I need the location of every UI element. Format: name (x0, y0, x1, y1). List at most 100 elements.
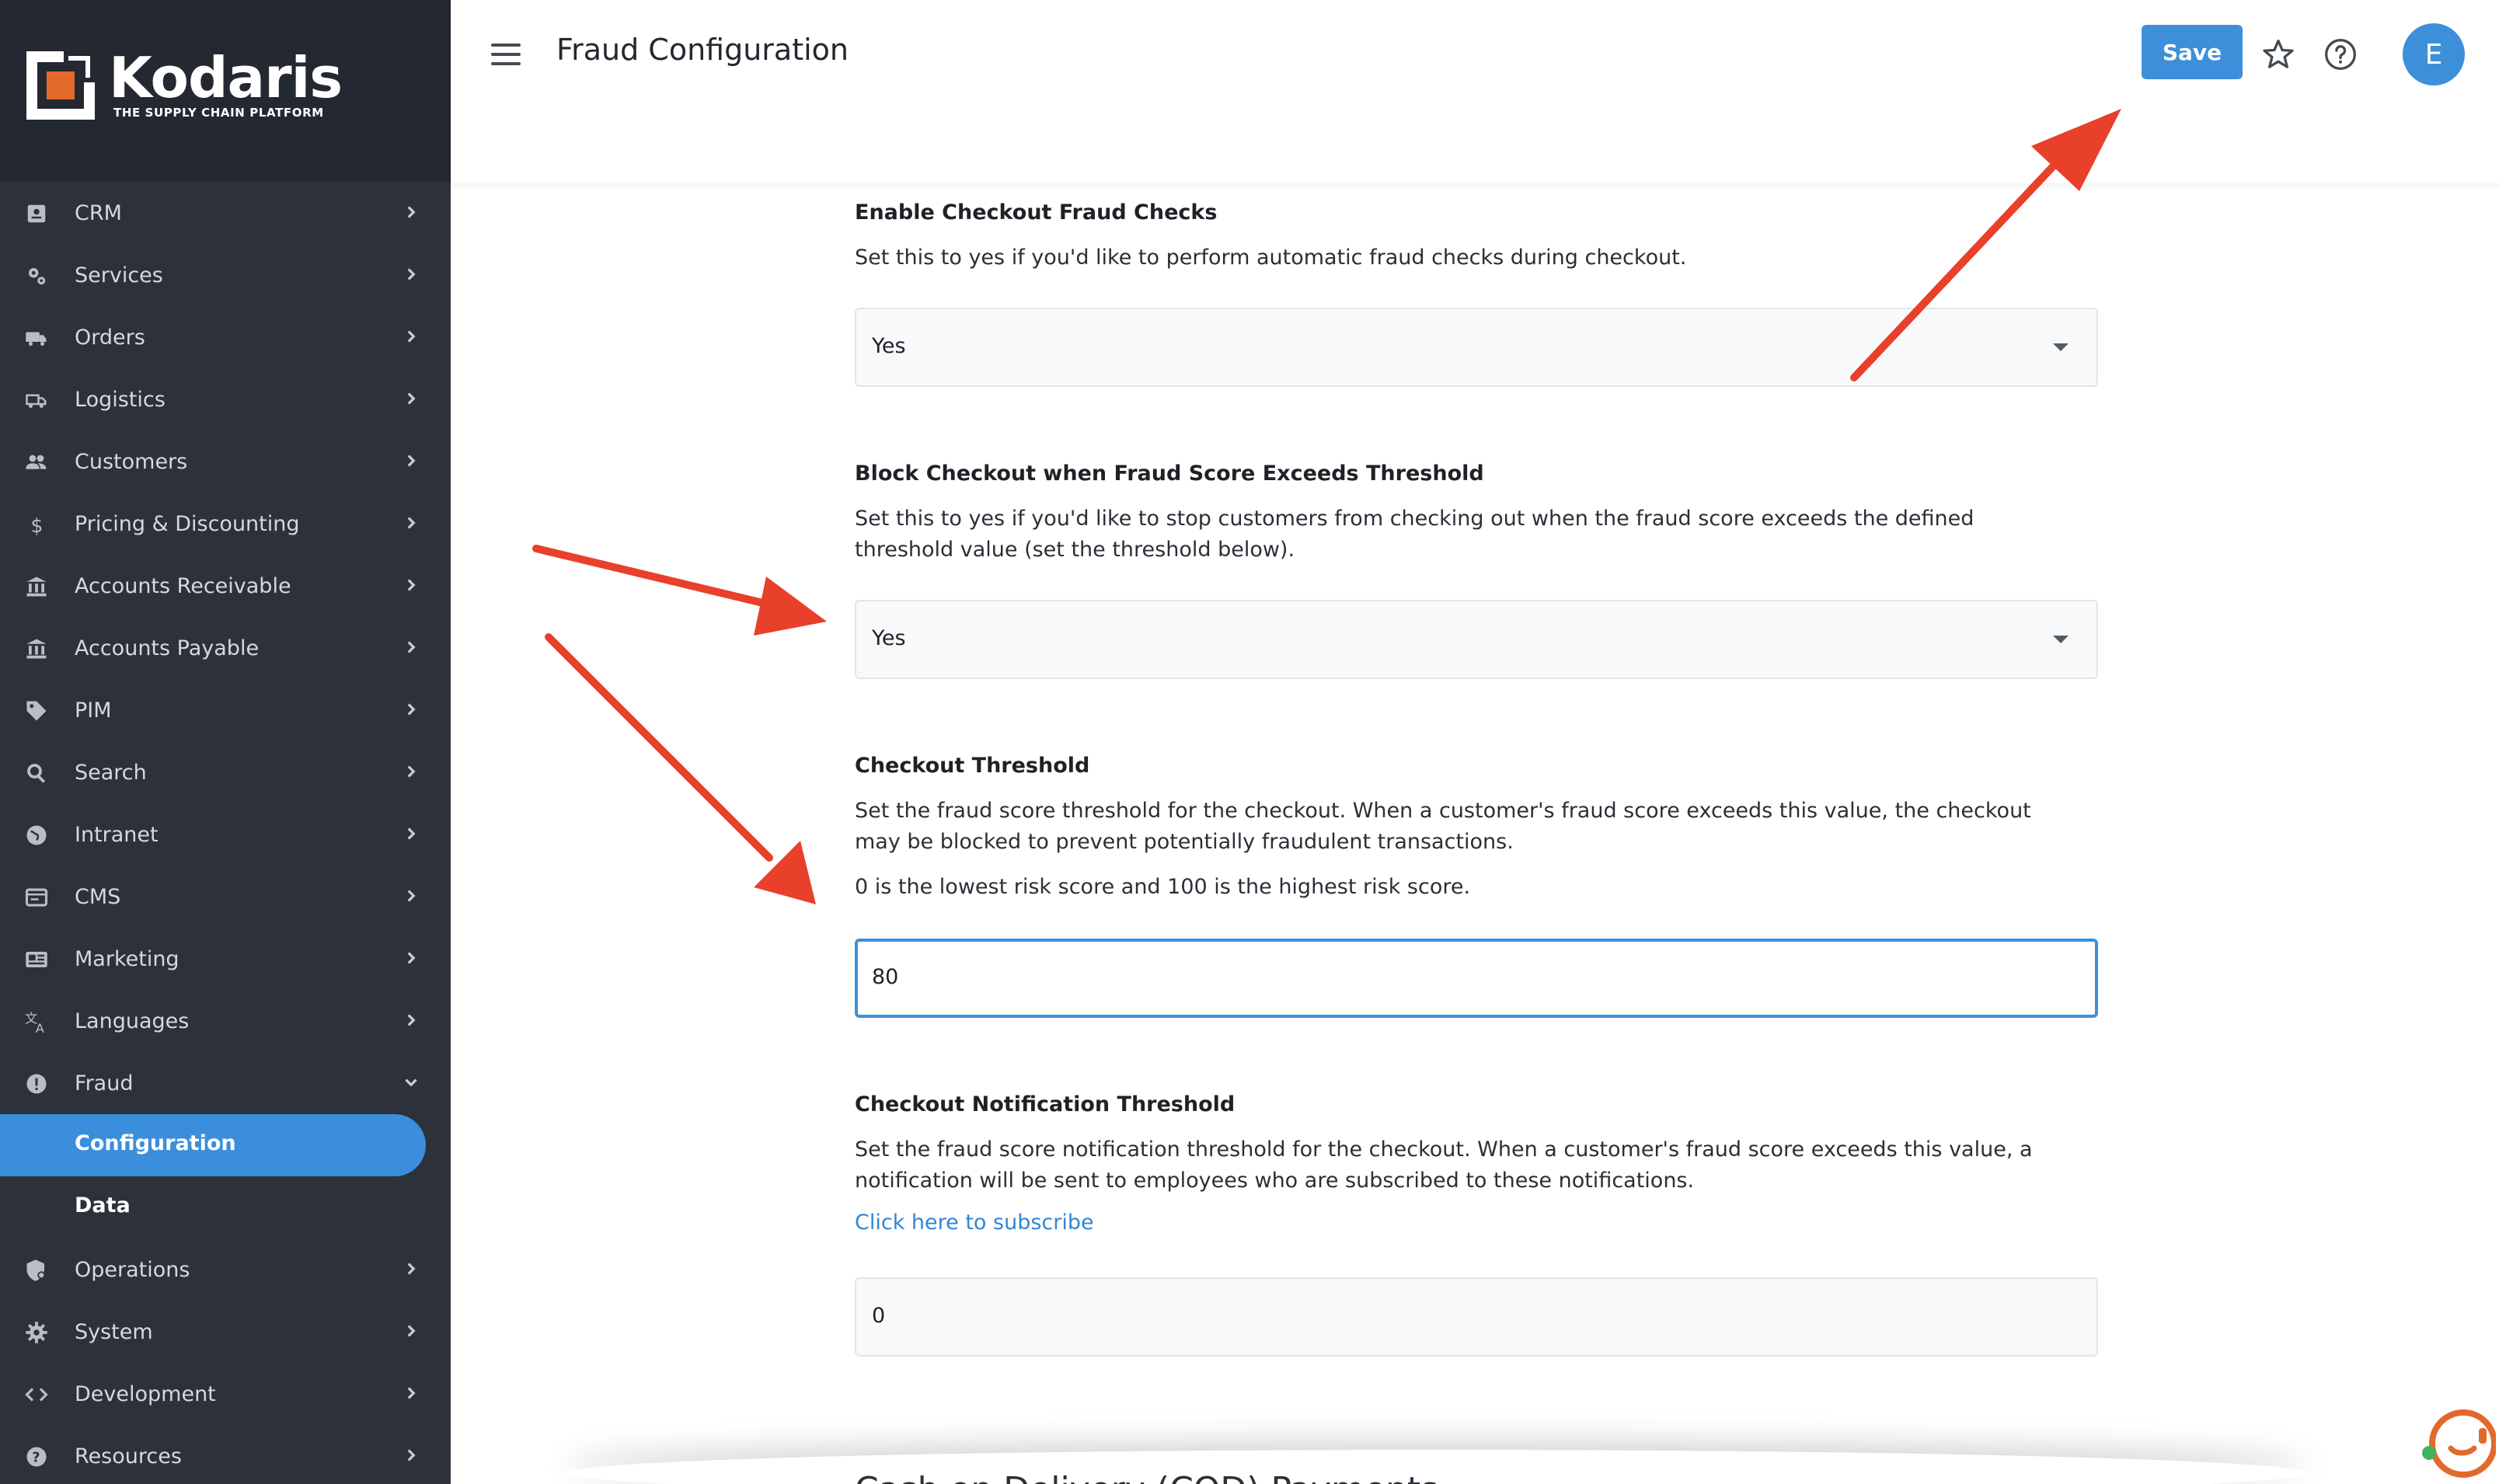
sidebar-item-label: Resources (75, 1444, 182, 1468)
star-icon[interactable] (2261, 37, 2295, 71)
sidebar-subitem-data[interactable]: Data (0, 1176, 451, 1238)
checkout-threshold-value: 80 (872, 965, 899, 989)
chevron-right-icon (401, 1383, 421, 1403)
dropdown-caret-icon (2053, 636, 2069, 643)
chevron-right-icon (401, 575, 421, 595)
notification-threshold-title: Checkout Notification Threshold (855, 1092, 1236, 1116)
sidebar-item-label: Operations (75, 1257, 190, 1282)
sidebar-item-cms[interactable]: CMS (0, 866, 451, 928)
sidebar-item-operations[interactable]: Operations (0, 1238, 451, 1301)
chevron-right-icon (401, 1010, 421, 1030)
window-icon (23, 884, 50, 911)
sidebar-item-label: PIM (75, 698, 112, 723)
chevron-right-icon (401, 699, 421, 719)
chevron-right-icon (401, 1445, 421, 1465)
sidebar-item-label: Customers (75, 449, 188, 474)
gears-icon (23, 263, 50, 289)
bank-icon (23, 573, 50, 600)
sidebar-item-label: CMS (75, 884, 121, 909)
newspaper-icon (23, 946, 50, 973)
svg-text:?: ? (32, 1450, 40, 1465)
help-circle-icon[interactable] (2323, 37, 2358, 71)
sidebar-item-accounts-payable[interactable]: Accounts Payable (0, 617, 451, 679)
sidebar-subitem-label: Configuration (75, 1131, 236, 1155)
chevron-right-icon (401, 948, 421, 968)
sidebar-item-logistics[interactable]: Logistics (0, 368, 451, 430)
top-header: Fraud Configuration Save E (451, 0, 2499, 183)
chat-support-widget[interactable] (2418, 1405, 2497, 1482)
sidebar-item-label: System (75, 1319, 153, 1344)
tag-icon (23, 698, 50, 724)
fraud-checks-select[interactable]: Yes (855, 308, 2098, 387)
page-title: Fraud Configuration (556, 33, 849, 67)
sidebar-item-crm[interactable]: CRM (0, 182, 451, 244)
block-checkout-title: Block Checkout when Fraud Score Exceeds … (855, 462, 1484, 486)
shipping-truck-icon (23, 387, 50, 413)
sidebar-item-accounts-receivable[interactable]: Accounts Receivable (0, 555, 451, 617)
chevron-right-icon (401, 326, 421, 347)
fraud-checks-description: Set this to yes if you'd like to perform… (855, 246, 1687, 270)
sidebar-item-pricing[interactable]: $ Pricing & Discounting (0, 493, 451, 555)
chevron-right-icon (401, 1321, 421, 1341)
chevron-right-icon (401, 637, 421, 657)
sidebar-item-label: Services (75, 263, 163, 287)
sidebar-item-label: Intranet (75, 822, 159, 847)
chevron-right-icon (401, 264, 421, 284)
alert-icon (23, 1071, 50, 1097)
checkout-threshold-input[interactable]: 80 (855, 939, 2098, 1018)
notification-threshold-input[interactable]: 0 (855, 1277, 2098, 1357)
main-content: Enable Checkout Fraud Checks Set this to… (451, 183, 2499, 1484)
sidebar-item-system[interactable]: System (0, 1301, 451, 1363)
checkout-threshold-title: Checkout Threshold (855, 754, 1090, 778)
sidebar-item-customers[interactable]: Customers (0, 430, 451, 493)
sidebar-nav: CRM Services Orders Logistics Customers … (0, 182, 451, 1484)
sidebar-item-label: Accounts Receivable (75, 573, 291, 598)
sidebar: Kodaris THE SUPPLY CHAIN PLATFORM CRM Se… (0, 0, 451, 1484)
checkout-threshold-description: Set the fraud score threshold for the ch… (855, 799, 2031, 854)
brand-name: Kodaris (109, 45, 343, 110)
sidebar-item-label: Search (75, 760, 147, 785)
cod-section-heading: Cash on Delivery (COD) Payments (855, 1470, 1438, 1484)
chevron-right-icon (401, 886, 421, 906)
user-avatar[interactable]: E (2403, 23, 2465, 85)
chevron-right-icon (401, 451, 421, 471)
code-icon (23, 1381, 50, 1408)
sidebar-item-development[interactable]: Development (0, 1363, 451, 1425)
sidebar-item-intranet[interactable]: Intranet (0, 803, 451, 866)
chevron-right-icon (401, 202, 421, 222)
notification-threshold-value: 0 (872, 1304, 886, 1328)
globe-icon (23, 822, 50, 848)
people-icon (23, 449, 50, 476)
fraud-checks-value: Yes (872, 334, 906, 358)
sidebar-item-label: Logistics (75, 387, 166, 412)
checkout-threshold-note: 0 is the lowest risk score and 100 is th… (855, 875, 1471, 899)
sidebar-item-orders[interactable]: Orders (0, 306, 451, 368)
notification-threshold-description: Set the fraud score notification thresho… (855, 1137, 2033, 1193)
sidebar-subitem-configuration[interactable]: Configuration (0, 1114, 426, 1176)
chevron-right-icon (401, 388, 421, 409)
translate-icon: 文A (23, 1008, 50, 1035)
block-checkout-value: Yes (872, 626, 906, 650)
search-icon (23, 760, 50, 786)
sidebar-item-fraud[interactable]: Fraud (0, 1052, 451, 1114)
block-checkout-select[interactable]: Yes (855, 600, 2098, 679)
sidebar-item-languages[interactable]: 文A Languages (0, 990, 451, 1052)
sidebar-item-marketing[interactable]: Marketing (0, 928, 451, 990)
sidebar-item-pim[interactable]: PIM (0, 679, 451, 741)
save-button[interactable]: Save (2142, 25, 2243, 79)
brand-tagline: THE SUPPLY CHAIN PLATFORM (113, 106, 324, 120)
sidebar-item-label: Marketing (75, 946, 179, 971)
sidebar-item-resources[interactable]: ? Resources (0, 1425, 451, 1484)
subscribe-link[interactable]: Click here to subscribe (855, 1211, 1094, 1235)
svg-text:$: $ (31, 514, 44, 536)
sidebar-item-search[interactable]: Search (0, 741, 451, 803)
sidebar-item-label: Languages (75, 1008, 190, 1033)
block-checkout-description: Set this to yes if you'd like to stop cu… (855, 507, 1974, 562)
contact-card-icon (23, 200, 50, 227)
sidebar-item-services[interactable]: Services (0, 244, 451, 306)
svg-text:A: A (36, 1021, 44, 1033)
kodaris-logo-icon (26, 51, 95, 120)
chevron-right-icon (401, 1259, 421, 1279)
menu-icon[interactable] (491, 42, 522, 67)
brand-header[interactable]: Kodaris THE SUPPLY CHAIN PLATFORM (0, 0, 451, 182)
